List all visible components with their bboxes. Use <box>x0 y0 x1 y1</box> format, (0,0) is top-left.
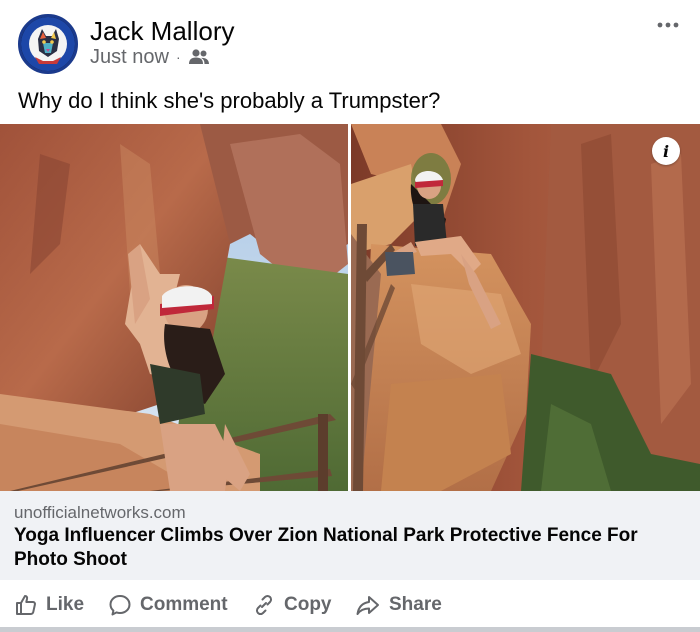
like-label: Like <box>46 594 85 615</box>
more-options-icon[interactable] <box>656 18 680 32</box>
link-domain: unofficialnetworks.com <box>14 503 186 522</box>
share-button[interactable]: Share <box>355 592 442 618</box>
photo-cliff-sitting[interactable] <box>351 124 700 491</box>
copy-button[interactable]: Copy <box>252 592 332 618</box>
post-divider <box>0 627 700 632</box>
post-actions: Like Comment Copy Share <box>0 584 700 626</box>
meta-separator: · <box>175 49 181 65</box>
copy-label: Copy <box>284 594 332 615</box>
link-preview-card[interactable]: unofficialnetworks.com Yoga Influencer C… <box>0 491 700 580</box>
author-name[interactable]: Jack Mallory <box>90 16 234 47</box>
dog-avatar-image <box>21 17 75 71</box>
like-icon <box>16 595 36 615</box>
share-icon <box>356 596 379 615</box>
info-icon[interactable]: i <box>652 137 680 165</box>
share-label: Share <box>389 594 442 615</box>
comment-label: Comment <box>140 594 228 615</box>
post-timestamp[interactable]: Just now <box>90 46 169 69</box>
comment-button[interactable]: Comment <box>108 592 228 618</box>
post-meta: Just now · <box>90 46 210 68</box>
comment-icon <box>109 595 131 616</box>
post-header: Jack Mallory Just now · <box>0 0 700 80</box>
link-icon <box>255 594 273 616</box>
link-title[interactable]: Yoga Influencer Climbs Over Zion Nationa… <box>14 524 686 572</box>
avatar[interactable] <box>18 14 78 74</box>
like-button[interactable]: Like <box>14 592 84 618</box>
post-text: Why do I think she's probably a Trumpste… <box>18 88 441 113</box>
post-media[interactable] <box>0 124 700 491</box>
photo-yoga-pose[interactable] <box>0 124 348 491</box>
friends-icon[interactable] <box>188 48 210 66</box>
